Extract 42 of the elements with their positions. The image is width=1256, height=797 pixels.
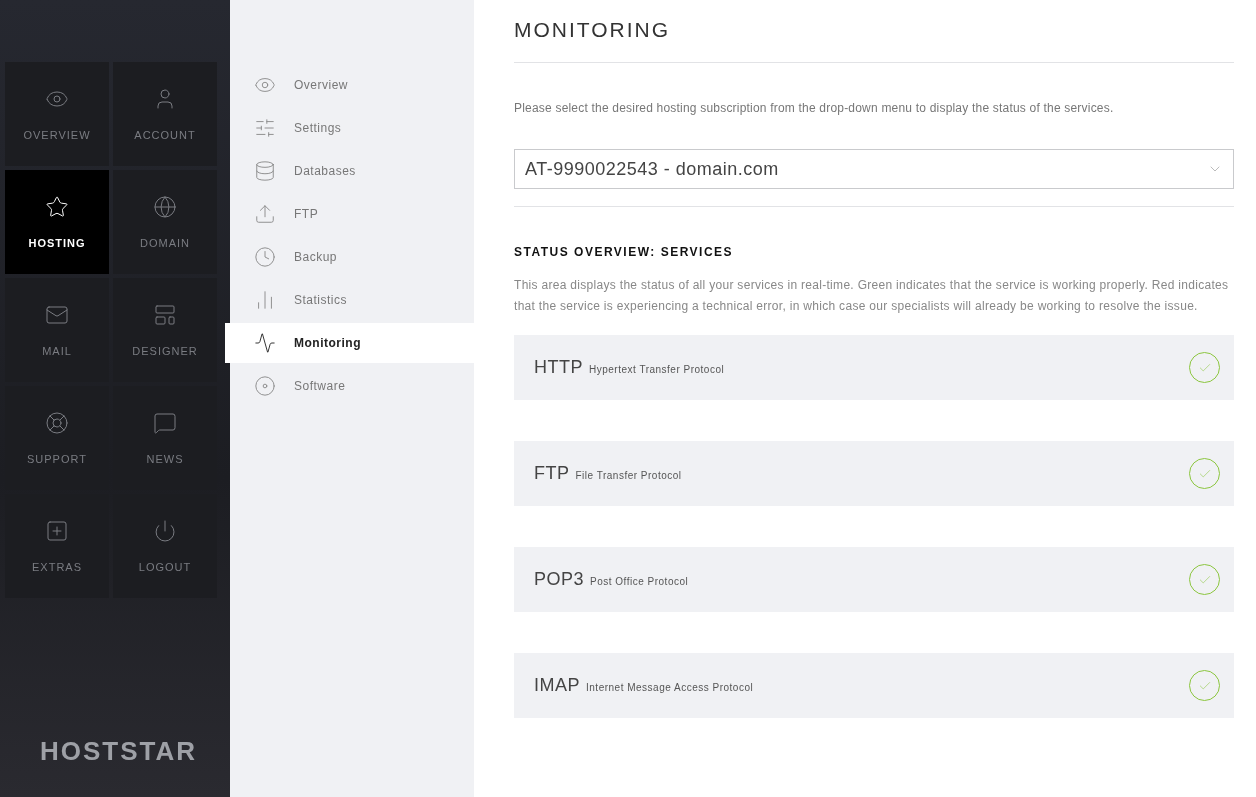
nav-tile[interactable]: OVERVIEW (5, 62, 109, 166)
subscription-select[interactable]: AT-9990022543 - domain.com (514, 149, 1234, 189)
service-description: Post Office Protocol (590, 576, 689, 587)
sliders-icon (254, 117, 276, 139)
service-name: POP3 (534, 569, 585, 589)
intro-text: Please select the desired hosting subscription from the drop-down menu to display the status of the services. (514, 101, 1115, 115)
menu-item[interactable]: Settings (225, 108, 474, 148)
service-description: File Transfer Protocol (575, 470, 682, 481)
nav-tile[interactable]: DESIGNER (113, 278, 217, 382)
envelope-icon (45, 303, 69, 327)
menu-item[interactable]: Backup (225, 237, 474, 277)
globe-icon (153, 195, 177, 219)
speech-bubble-icon (153, 411, 177, 435)
menu-item[interactable]: Databases (225, 151, 474, 191)
service-name: FTP (534, 463, 570, 483)
nav-tile[interactable]: DOMAIN (113, 170, 217, 274)
database-icon (254, 160, 276, 182)
service-description: Internet Message Access Protocol (586, 682, 754, 693)
menu-item[interactable]: Overview (225, 65, 474, 105)
pulse-icon (254, 332, 276, 354)
menu-item[interactable]: Software (225, 366, 474, 406)
page-title: MONITORING (514, 18, 1234, 63)
nav-tile[interactable]: ACCOUNT (113, 62, 217, 166)
section-text: This area displays the status of all your services in real-time. Green indicates that the service is working properly. Red indicates that the service is experiencing a technical error, in which case our specialists will already be working to resolve the issue. (514, 277, 1230, 315)
power-icon (153, 519, 177, 543)
logo: HOSTSTAR (40, 736, 199, 767)
nav-tile[interactable]: HOSTING (5, 170, 109, 274)
layout-icon (153, 303, 177, 327)
menu-item[interactable]: Statistics (225, 280, 474, 320)
clock-icon (254, 246, 276, 268)
menu-item[interactable]: FTP (225, 194, 474, 234)
lifebuoy-icon (45, 411, 69, 435)
section-title: STATUS OVERVIEW: SERVICES (514, 245, 735, 259)
plus-square-icon (45, 519, 69, 543)
service-name: IMAP (534, 675, 580, 695)
service-description: Hypertext Transfer Protocol (589, 364, 725, 375)
service-name: HTTP (534, 357, 583, 377)
menu-item[interactable]: Monitoring (225, 323, 474, 363)
nav-tile[interactable]: MAIL (5, 278, 109, 382)
star-icon (45, 195, 69, 219)
disc-icon (254, 375, 276, 397)
upload-icon (254, 203, 276, 225)
